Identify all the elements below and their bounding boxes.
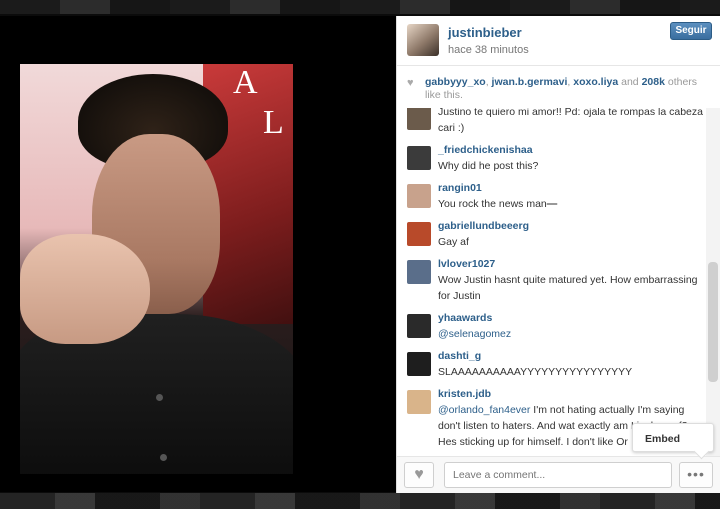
- comment-text: Why did he post this?: [438, 160, 539, 172]
- embed-menu-item[interactable]: Embed: [632, 423, 714, 452]
- like-user-link[interactable]: xoxo.liya: [573, 76, 618, 88]
- comment-username[interactable]: yhaawards: [438, 310, 709, 326]
- comment-text: Gay af: [438, 236, 469, 248]
- comment-item: dashti_g SLAAAAAAAAAAYYYYYYYYYYYYYYYY: [397, 348, 709, 386]
- likes-summary: ♥ gabbyyy_xo, jwan.b.germavi, xoxo.liya …: [407, 76, 698, 101]
- avatar[interactable]: [407, 24, 439, 56]
- background-thumbnails-top: [0, 0, 720, 14]
- likes-and: and: [621, 76, 639, 88]
- photo-hand: [20, 234, 150, 344]
- heart-icon: ♥: [414, 466, 424, 483]
- comment-item: rangin01 You rock the news man⎯⎯: [397, 180, 709, 218]
- comment-avatar[interactable]: [407, 260, 431, 284]
- likes-count[interactable]: 208k: [642, 76, 665, 88]
- comment-username[interactable]: gabriellundbeeerg: [438, 218, 709, 234]
- more-icon: •••: [687, 466, 705, 482]
- comment-username[interactable]: rangin01: [438, 180, 709, 196]
- comment-username[interactable]: _friedchickenishaa: [438, 142, 709, 158]
- post-sidebar: justinbieber hace 38 minutos Seguir ♥ ga…: [396, 16, 720, 493]
- comment-avatar[interactable]: [407, 352, 431, 376]
- media-viewer: A L: [0, 16, 396, 492]
- post-photo: A L: [20, 64, 293, 474]
- post-username[interactable]: justinbieber: [448, 25, 522, 40]
- comment-username[interactable]: lvlover1027: [438, 256, 709, 272]
- comments-list: Justino te quiero mi amor!! Pd: ojala te…: [397, 108, 709, 456]
- comment-item: yhaawards @selenagomez: [397, 310, 709, 348]
- comment-avatar[interactable]: [407, 146, 431, 170]
- like-button[interactable]: ♥: [404, 462, 434, 488]
- comment-avatar[interactable]: [407, 184, 431, 208]
- comment-text: SLAAAAAAAAAAYYYYYYYYYYYYYYYY: [438, 366, 633, 378]
- comments-scrollbar-thumb[interactable]: [708, 262, 718, 382]
- post-timestamp: hace 38 minutos: [448, 44, 529, 56]
- follow-button[interactable]: Seguir: [670, 22, 712, 40]
- comment-username[interactable]: kristen.jdb: [438, 386, 709, 402]
- comment-avatar[interactable]: [407, 390, 431, 414]
- background-thumbnails-bottom: [0, 493, 720, 509]
- comment-item: Justino te quiero mi amor!! Pd: ojala te…: [397, 108, 709, 142]
- like-user-link[interactable]: gabbyyy_xo: [425, 76, 486, 88]
- like-user-link[interactable]: jwan.b.germavi: [492, 76, 568, 88]
- comment-avatar[interactable]: [407, 108, 431, 130]
- comment-avatar[interactable]: [407, 222, 431, 246]
- comment-item: lvlover1027 Wow Justin hasnt quite matur…: [397, 256, 709, 310]
- more-options-button[interactable]: •••: [679, 462, 713, 488]
- comment-text: Wow Justin hasnt quite matured yet. How …: [438, 274, 698, 302]
- heart-icon: ♥: [407, 77, 414, 89]
- sign-letter: A: [233, 64, 258, 101]
- post-header: justinbieber hace 38 minutos Seguir: [397, 16, 720, 66]
- comment-mention[interactable]: @selenagomez: [438, 326, 709, 342]
- comment-input[interactable]: [444, 462, 672, 488]
- photo-shirt-button: [156, 394, 163, 401]
- sign-letter: L: [263, 104, 284, 141]
- comment-bar: ♥ •••: [397, 456, 720, 493]
- comment-username[interactable]: dashti_g: [438, 348, 709, 364]
- comment-avatar[interactable]: [407, 314, 431, 338]
- photo-shirt-button: [160, 454, 167, 461]
- comment-text: You rock the news man⎯⎯: [438, 198, 558, 210]
- comment-mention[interactable]: @orlando_fan4ever: [438, 404, 530, 416]
- comment-text: Justino te quiero mi amor!! Pd: ojala te…: [438, 108, 703, 134]
- comment-item: _friedchickenishaa Why did he post this?: [397, 142, 709, 180]
- comment-item: gabriellundbeeerg Gay af: [397, 218, 709, 256]
